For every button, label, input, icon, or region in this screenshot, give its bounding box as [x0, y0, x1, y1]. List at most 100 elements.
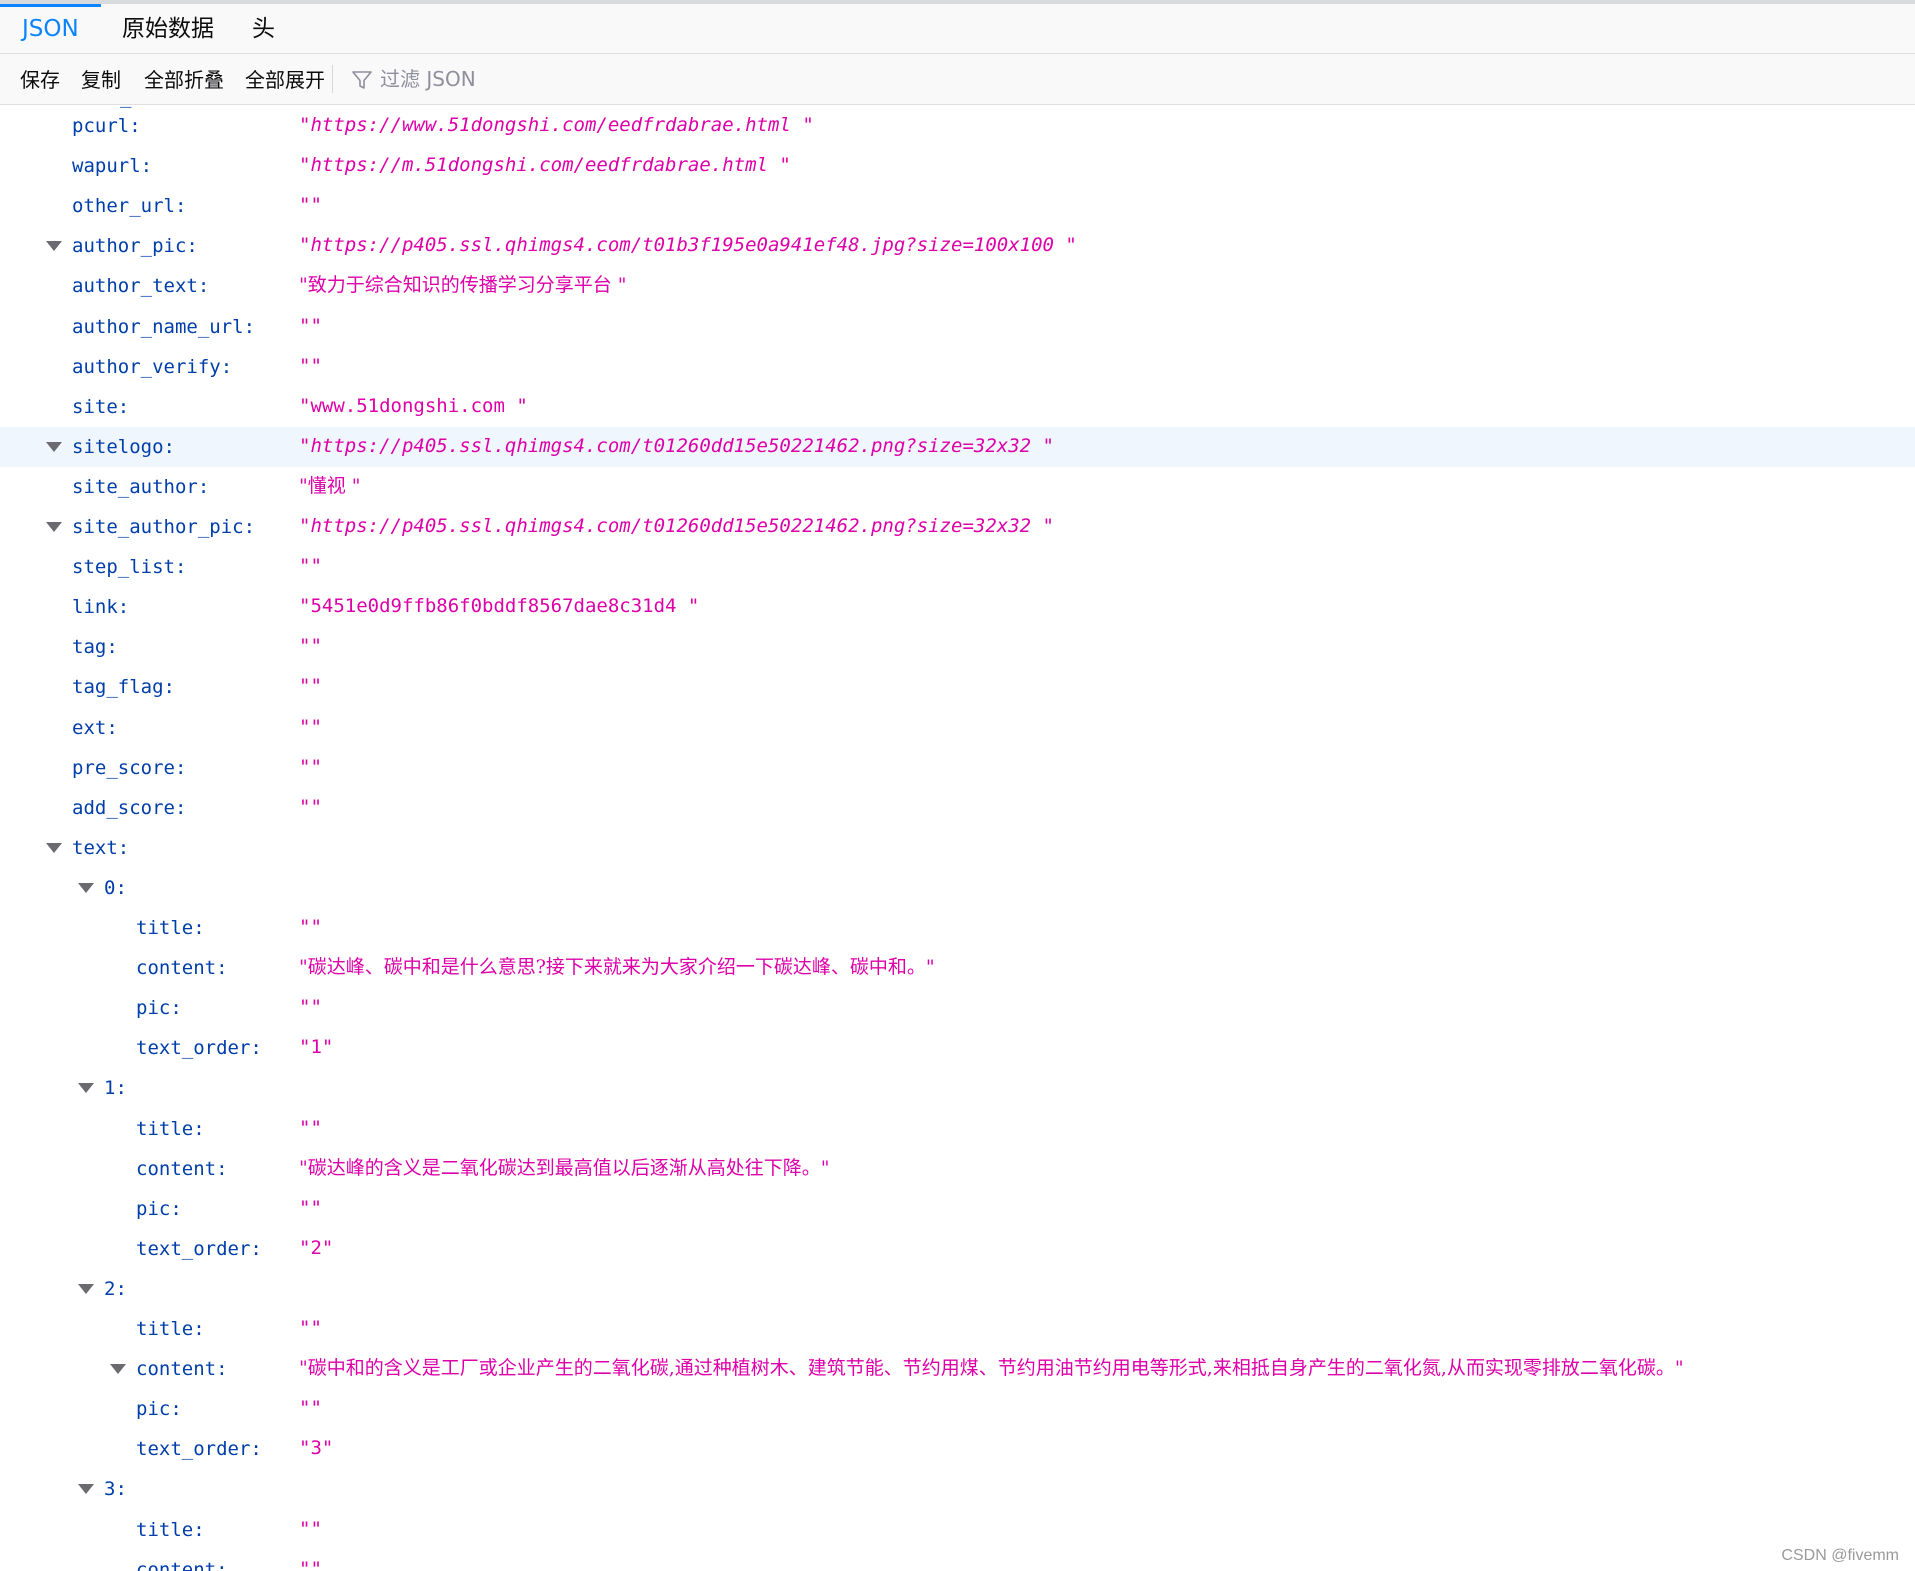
json-value: "https://p405.ssl.qhimgs4.com/t01260dd15… — [299, 434, 1054, 457]
json-row[interactable]: text_order: "2" — [0, 1229, 1915, 1269]
json-key: other_url: — [72, 195, 187, 218]
save-button[interactable]: 保存 — [20, 54, 60, 104]
json-row[interactable]: title: "" — [0, 1510, 1915, 1550]
json-row[interactable]: text_order: "1" — [0, 1028, 1915, 1068]
json-row[interactable]: step_list: "" — [0, 547, 1915, 587]
json-value: "碳达峰、碳中和是什么意思?接下来就来为大家介绍一下碳达峰、碳中和。" — [299, 956, 935, 979]
expand-toggle-icon[interactable] — [46, 842, 62, 853]
json-value: "" — [299, 555, 322, 578]
copy-button[interactable]: 复制 — [81, 54, 121, 104]
json-row[interactable]: site: "www.51dongshi.com " — [0, 387, 1915, 427]
json-key: content: — [136, 1558, 228, 1571]
json-row[interactable]: wapurl: "https://m.51dongshi.com/eedfrdab… — [0, 146, 1915, 186]
expand-toggle-icon[interactable] — [110, 1364, 126, 1375]
json-row[interactable]: sitelogo: "https://p405.ssl.qhimgs4.com/t… — [0, 426, 1915, 467]
json-row[interactable]: 3: — [0, 1469, 1915, 1509]
json-value: "" — [299, 916, 322, 938]
json-row[interactable]: 0: — [0, 868, 1915, 908]
json-row[interactable]: 1: — [0, 1068, 1915, 1108]
expand-toggle-icon[interactable] — [78, 1083, 94, 1094]
expand-toggle-icon[interactable] — [78, 1484, 94, 1495]
json-value: "" — [299, 1317, 322, 1339]
json-value: "www.51dongshi.com " — [299, 394, 528, 417]
json-row[interactable]: tag_flag: "" — [0, 667, 1915, 707]
json-value: "https://p405.ssl.qhimgs4.com/t01260dd15… — [299, 515, 1054, 537]
collapse-all-button[interactable]: 全部折叠 — [144, 54, 224, 104]
json-row[interactable]: site_author: "懂视 " — [0, 467, 1915, 507]
json-row[interactable]: content: "碳中和的含义是工厂或企业产生的二氧化碳,通过种植树木、建筑节能… — [0, 1349, 1915, 1389]
json-key: content: — [136, 1358, 228, 1381]
json-row[interactable]: link: "5451e0d9ffb86f0bddf8567dae8c31d4 " — [0, 587, 1915, 627]
json-row[interactable]: pic: "" — [0, 988, 1915, 1028]
json-row[interactable]: text: — [0, 828, 1915, 868]
json-key: title: — [136, 1318, 205, 1340]
json-row[interactable]: 2: — [0, 1269, 1915, 1309]
json-row[interactable]: other_url: "" — [0, 186, 1915, 226]
json-key: site_author_pic: — [72, 516, 256, 538]
json-key: link: — [72, 596, 130, 619]
json-value: "" — [299, 1557, 322, 1571]
json-key: 0: — [104, 876, 127, 899]
json-row[interactable]: text_order: "3" — [0, 1429, 1915, 1469]
json-value: "" — [299, 1196, 322, 1219]
expand-toggle-icon[interactable] — [78, 1283, 94, 1294]
json-key: text_order: — [136, 1037, 262, 1060]
tab-raw-data[interactable]: 原始数据 — [100, 4, 236, 53]
json-row[interactable]: add_score: "" — [0, 788, 1915, 828]
json-key: add_score: — [72, 796, 187, 819]
json-value: "" — [299, 1116, 322, 1139]
expand-toggle-icon[interactable] — [78, 882, 94, 893]
json-row[interactable]: author_text: "致力于综合知识的传播学习分享平台 " — [0, 266, 1915, 306]
tab-json[interactable]: JSON — [0, 4, 101, 53]
json-value: "" — [299, 715, 322, 738]
json-row[interactable]: title: "" — [0, 908, 1915, 948]
json-value: "1" — [299, 1036, 334, 1059]
json-value: "" — [299, 996, 322, 1019]
json-row[interactable]: tag: "" — [0, 627, 1915, 667]
json-value: "碳达峰的含义是二氧化碳达到最高值以后逐渐从高处往下降。" — [299, 1156, 830, 1179]
json-row[interactable]: content: "碳达峰、碳中和是什么意思?接下来就来为大家介绍一下碳达峰、碳中… — [0, 948, 1915, 988]
json-row[interactable]: author_pic: "https://p405.ssl.qhimgs4.com… — [0, 226, 1915, 266]
json-row[interactable]: author_verify: "" — [0, 347, 1915, 387]
json-key: pic: — [136, 1197, 182, 1220]
json-key: title: — [136, 917, 205, 939]
tab-bar: JSON 原始数据 头 — [0, 4, 1915, 54]
json-key: author_pic: — [72, 235, 198, 258]
json-key: site: — [72, 395, 130, 418]
json-row[interactable]: title: "" — [0, 1109, 1915, 1149]
expand-all-button[interactable]: 全部展开 — [245, 54, 325, 104]
json-value: "" — [299, 635, 322, 658]
json-value: "2" — [299, 1236, 334, 1259]
json-row[interactable]: pcurl: "https://www.51dongshi.com/eedfrda… — [0, 106, 1915, 146]
json-row[interactable]: content: "碳达峰的含义是二氧化碳达到最高值以后逐渐从高处往下降。" — [0, 1149, 1915, 1189]
json-key: wapurl: — [72, 155, 153, 178]
json-key: title: — [136, 1117, 205, 1140]
expand-toggle-icon[interactable] — [46, 241, 62, 252]
json-value: "" — [299, 354, 322, 377]
expand-toggle-icon[interactable] — [46, 441, 62, 452]
expand-toggle-icon[interactable] — [46, 522, 62, 532]
json-row[interactable]: author_name_url: "" — [0, 307, 1915, 347]
json-key: 1: — [104, 1077, 127, 1100]
tab-headers[interactable]: 头 — [230, 4, 297, 53]
json-row[interactable]: pre_score: "" — [0, 748, 1915, 788]
json-row[interactable]: site_author_pic: "https://p405.ssl.qhimgs… — [0, 507, 1915, 547]
json-value: "" — [299, 1397, 322, 1420]
json-key: site_author: — [72, 475, 210, 498]
json-value: "https://www.51dongshi.com/eedfrdabrae.h… — [299, 114, 814, 136]
json-key: step_list: — [72, 556, 187, 579]
json-key: tag_flag: — [72, 676, 175, 699]
json-row[interactable]: pic: "" — [0, 1389, 1915, 1429]
json-key: sitelogo: — [72, 435, 175, 458]
json-key: ext: — [72, 716, 118, 739]
json-row[interactable]: content: "" — [0, 1550, 1915, 1571]
filter-json-input[interactable] — [380, 60, 880, 98]
json-value: "懂视 " — [299, 474, 361, 497]
json-row[interactable]: ext: "" — [0, 708, 1915, 748]
json-value: "" — [299, 795, 322, 818]
json-row[interactable]: pic: "" — [0, 1189, 1915, 1229]
json-row[interactable]: title: "" — [0, 1309, 1915, 1349]
json-key: pcurl: — [72, 115, 141, 137]
json-value: "https://p405.ssl.qhimgs4.com/t01b3f195e… — [299, 234, 1077, 257]
json-key: pre_score: — [72, 756, 187, 779]
